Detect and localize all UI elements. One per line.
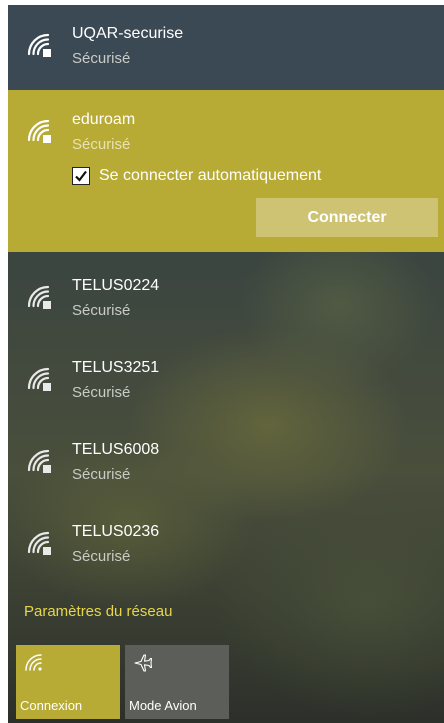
network-flyout: UQAR-securise Sécurisé eduroam Sécurisé … [8, 5, 444, 723]
network-name: TELUS3251 [72, 359, 160, 376]
network-status: Sécurisé [72, 136, 131, 153]
wifi-secured-icon [27, 119, 51, 143]
network-name: TELUS0236 [72, 523, 160, 540]
wifi-secured-icon [27, 33, 51, 57]
network-status: Sécurisé [72, 384, 131, 401]
auto-connect-label: Se connecter automatiquement [99, 167, 322, 184]
wifi-icon [25, 654, 42, 671]
network-status: Sécurisé [72, 548, 131, 565]
quick-action-connexion[interactable]: Connexion [16, 645, 120, 719]
network-settings-link[interactable]: Paramètres du réseau [24, 603, 172, 620]
wifi-secured-icon [27, 367, 51, 391]
quick-action-label: Connexion [20, 698, 83, 713]
airplane-icon [134, 654, 153, 672]
network-name: TELUS6008 [72, 441, 160, 458]
network-item-telus3251[interactable]: TELUS3251 Sécurisé [8, 343, 444, 421]
auto-connect-checkbox[interactable]: Se connecter automatiquement [72, 165, 321, 187]
quick-action-label: Mode Avion [129, 698, 197, 713]
network-item-telus0236[interactable]: TELUS0236 Sécurisé [8, 507, 444, 585]
connect-button[interactable]: Connecter [256, 198, 438, 237]
network-name: TELUS0224 [72, 277, 160, 294]
network-status: Sécurisé [72, 50, 131, 67]
network-item-telus0224[interactable]: TELUS0224 Sécurisé [8, 261, 444, 339]
wifi-secured-icon [27, 531, 51, 555]
network-status: Sécurisé [72, 466, 131, 483]
checkmark-icon [75, 170, 87, 182]
checkbox-box[interactable] [72, 167, 90, 185]
quick-action-mode-avion[interactable]: Mode Avion [125, 645, 229, 719]
network-name: UQAR-securise [72, 25, 184, 42]
network-item-telus6008[interactable]: TELUS6008 Sécurisé [8, 425, 444, 503]
wifi-secured-icon [27, 285, 51, 309]
network-item-uqar-securise[interactable]: UQAR-securise Sécurisé [8, 5, 444, 90]
network-status: Sécurisé [72, 302, 131, 319]
wifi-secured-icon [27, 449, 51, 473]
network-item-eduroam[interactable]: eduroam Sécurisé Se connecter automatiqu… [8, 90, 444, 252]
network-name: eduroam [72, 111, 136, 128]
